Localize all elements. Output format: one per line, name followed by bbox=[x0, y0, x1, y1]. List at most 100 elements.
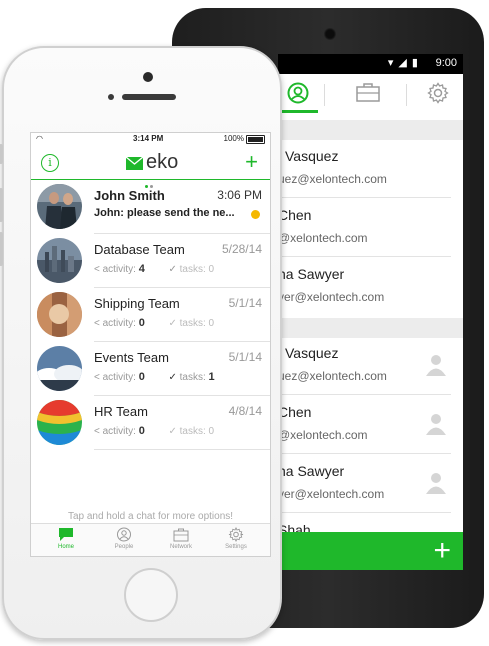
person-icon bbox=[117, 527, 131, 542]
section-header bbox=[278, 318, 463, 338]
tab-settings[interactable] bbox=[418, 82, 458, 112]
activity-count: 4 bbox=[138, 263, 145, 275]
chat-stats: < activity: 0 ✓ tasks: 0 bbox=[94, 317, 214, 329]
chat-row[interactable]: Shipping Team 5/1/14 < activity: 0 ✓ tas… bbox=[31, 288, 270, 342]
add-contact-button[interactable]: + bbox=[433, 535, 451, 567]
contact-row[interactable]: l Vasquez uez@xelontech.com bbox=[278, 140, 463, 198]
contact-name: l Vasquez bbox=[278, 345, 339, 361]
tab-people[interactable]: People bbox=[99, 527, 149, 550]
tab-divider bbox=[406, 84, 407, 106]
briefcase-icon bbox=[356, 83, 380, 102]
chat-stats: < activity: 4 ✓ tasks: 0 bbox=[94, 263, 214, 275]
tasks-label: tasks: bbox=[179, 426, 206, 437]
chat-avatar bbox=[37, 292, 82, 337]
chat-date: 5/1/14 bbox=[228, 350, 262, 364]
chat-name: Database Team bbox=[94, 242, 185, 257]
chat-name: Shipping Team bbox=[94, 296, 180, 311]
avatar-placeholder-icon bbox=[426, 355, 446, 376]
home-button[interactable] bbox=[124, 568, 178, 622]
contact-row[interactable]: Chen @xelontech.com bbox=[278, 199, 463, 257]
share-icon: < bbox=[94, 318, 100, 329]
gear-icon bbox=[228, 527, 244, 542]
earpiece bbox=[122, 94, 176, 100]
contact-name: na Sawyer bbox=[278, 463, 345, 479]
android-status-bar: ▾ ◢ ▮ 9:00 bbox=[278, 54, 463, 74]
iphone-screen: ◠ 3:14 PM 100% i eko + John Smith 3:06 P… bbox=[30, 132, 271, 557]
activity-label: activity: bbox=[102, 264, 136, 275]
chat-name: HR Team bbox=[94, 404, 148, 419]
chat-row[interactable]: Database Team 5/28/14 < activity: 4 ✓ ta… bbox=[31, 234, 270, 288]
speaker bbox=[324, 28, 336, 40]
tasks-count: 0 bbox=[208, 426, 215, 437]
activity-label: activity: bbox=[102, 318, 136, 329]
chat-bubble-icon bbox=[59, 528, 73, 541]
signal-icons: ▾ ◢ ▮ bbox=[387, 57, 419, 69]
chat-row[interactable]: HR Team 4/8/14 < activity: 0 ✓ tasks: 0 bbox=[31, 396, 270, 450]
contact-row[interactable]: na Sawyer yer@xelontech.com bbox=[278, 455, 463, 513]
sensor bbox=[108, 94, 114, 100]
tab-network[interactable] bbox=[348, 82, 388, 112]
tab-bar: Home People Network Settings bbox=[31, 523, 270, 556]
briefcase-icon bbox=[173, 528, 189, 542]
activity-label: activity: bbox=[102, 372, 136, 383]
unread-dot bbox=[251, 210, 260, 219]
android-tab-bar bbox=[278, 74, 463, 121]
chat-avatar bbox=[37, 238, 82, 283]
tab-people[interactable] bbox=[278, 82, 318, 113]
share-icon: < bbox=[94, 264, 100, 275]
check-icon: ✓ bbox=[168, 264, 177, 275]
avatar-placeholder-icon bbox=[426, 473, 446, 494]
chat-avatar bbox=[37, 184, 82, 229]
tasks-label: tasks: bbox=[179, 318, 206, 329]
status-time: 9:00 bbox=[435, 57, 457, 69]
info-button[interactable]: i bbox=[41, 154, 59, 172]
new-chat-button[interactable]: + bbox=[245, 149, 258, 175]
contact-email: yer@xelontech.com bbox=[278, 290, 385, 304]
tab-label: Home bbox=[57, 544, 74, 550]
divider bbox=[278, 512, 451, 513]
gear-icon bbox=[427, 82, 449, 104]
activity-label: activity: bbox=[102, 426, 136, 437]
contact-email: uez@xelontech.com bbox=[278, 369, 387, 383]
share-icon: < bbox=[94, 372, 100, 383]
avatar-placeholder-icon bbox=[426, 414, 446, 435]
chat-stats: < activity: 0 ✓ tasks: 0 bbox=[94, 425, 214, 437]
envelope-icon bbox=[126, 157, 143, 170]
volume-down-button bbox=[0, 232, 3, 266]
contact-row[interactable]: na Sawyer yer@xelontech.com bbox=[278, 258, 463, 316]
activity-count: 0 bbox=[138, 371, 145, 383]
tasks-label: tasks: bbox=[179, 264, 206, 275]
chat-row[interactable]: Events Team 5/1/14 < activity: 0 ✓ tasks… bbox=[31, 342, 270, 396]
status-time: 3:14 PM bbox=[133, 134, 164, 143]
contact-row[interactable]: Chen @xelontech.com bbox=[278, 396, 463, 454]
chat-preview: John: please send the ne... bbox=[94, 207, 235, 219]
front-camera bbox=[143, 72, 153, 82]
chat-name: John Smith bbox=[94, 188, 165, 203]
contact-name: na Sawyer bbox=[278, 266, 345, 282]
chat-row[interactable]: John Smith 3:06 PM John: please send the… bbox=[31, 180, 270, 234]
tab-settings[interactable]: Settings bbox=[211, 527, 261, 550]
wifi-icon: ◠ bbox=[36, 134, 43, 143]
person-circle-icon bbox=[287, 82, 309, 104]
check-icon: ✓ bbox=[168, 318, 177, 329]
contact-email: @xelontech.com bbox=[278, 428, 368, 442]
tasks-count: 0 bbox=[208, 264, 215, 275]
section-header bbox=[278, 120, 463, 140]
iphone: ◠ 3:14 PM 100% i eko + John Smith 3:06 P… bbox=[0, 46, 282, 640]
contact-email: @xelontech.com bbox=[278, 231, 368, 245]
chat-date: 3:06 PM bbox=[217, 188, 262, 202]
activity-count: 0 bbox=[138, 317, 145, 329]
contact-row[interactable]: l Vasquez uez@xelontech.com bbox=[278, 337, 463, 395]
ios-status-bar: ◠ 3:14 PM 100% bbox=[31, 133, 270, 145]
divider bbox=[278, 453, 451, 454]
tab-network[interactable]: Network bbox=[156, 527, 206, 550]
tab-divider bbox=[324, 84, 325, 106]
logo-text: eko bbox=[146, 151, 179, 173]
contact-name: Chen bbox=[278, 207, 312, 223]
tab-home[interactable]: Home bbox=[41, 527, 91, 550]
divider bbox=[278, 197, 451, 198]
add-contact-bar[interactable]: + bbox=[278, 532, 463, 570]
tab-label: Network bbox=[169, 544, 192, 550]
mute-switch bbox=[0, 144, 3, 164]
chat-date: 5/28/14 bbox=[221, 242, 262, 256]
